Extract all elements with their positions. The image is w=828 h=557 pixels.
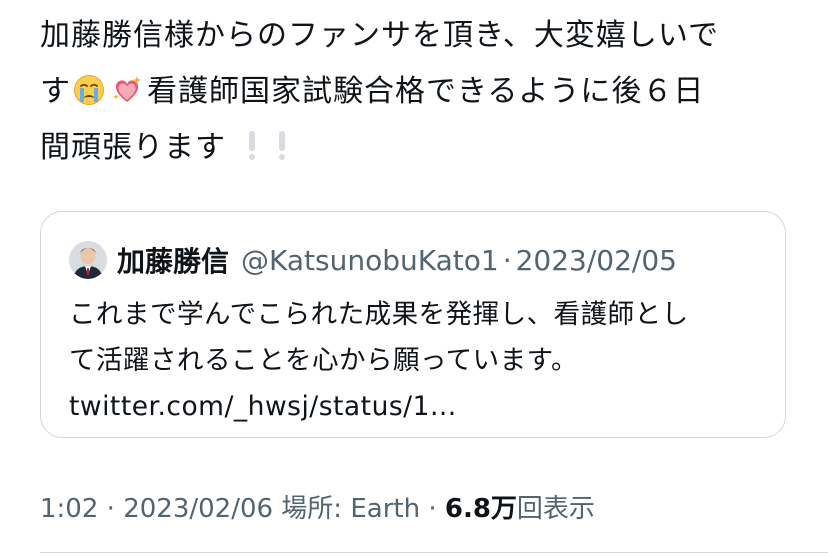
quoted-author-name[interactable]: 加藤勝信 — [117, 240, 229, 280]
views-label[interactable]: 回表示 — [517, 494, 595, 524]
tweet-location: 場所: Earth — [273, 494, 421, 524]
views-count[interactable]: 6.8万 — [445, 494, 517, 524]
quoted-tweet-card[interactable]: 加藤勝信 @KatsunobuKato1 · 2023/02/05 これまで学ん… — [40, 211, 786, 438]
tweet-line-2-rest: 看護師国家試験合格できるように後６日 — [147, 74, 705, 109]
quoted-text-line-2: て活躍されることを心から願っています。 — [69, 345, 579, 376]
divider — [40, 552, 828, 553]
tweet-line-2: す 看護師国家試験合格できるように後６日 — [40, 64, 800, 120]
tweet-date[interactable]: 2023/02/06 — [123, 494, 273, 524]
quoted-tweet-link[interactable]: twitter.com/_hwsj/status/1... — [69, 384, 769, 430]
quoted-tweet-header: 加藤勝信 @KatsunobuKato1 · 2023/02/05 — [69, 240, 677, 280]
tweet-metadata: 1:02 · 2023/02/06 場所: Earth · 6.8万回表示 — [40, 488, 595, 525]
tweet-text: 加藤勝信様からのファンサを頂き、大変嬉しいで す 看護師国家試験合格できるように… — [40, 8, 800, 176]
tweet-line-1: 加藤勝信様からのファンサを頂き、大変嬉しいで — [40, 18, 719, 53]
quoted-text-line-1: これまで学んでこられた成果を発揮し、看護師とし — [69, 299, 689, 330]
sparkling-heart-icon — [111, 69, 143, 102]
meta-separator: · — [420, 494, 445, 524]
white-exclamation-icon — [278, 131, 286, 161]
tweet-line-3-text: 間頑張ります — [40, 130, 226, 165]
tweet-time[interactable]: 1:02 — [40, 494, 98, 524]
tweet-line-3: 間頑張ります — [40, 120, 800, 176]
quoted-author-handle[interactable]: @KatsunobuKato1 — [241, 244, 499, 277]
avatar[interactable] — [69, 241, 107, 279]
tweet-line-2-start: す — [40, 74, 71, 109]
quoted-tweet-date[interactable]: 2023/02/05 — [516, 244, 677, 277]
quoted-tweet-text: これまで学んでこられた成果を発揮し、看護師とし て活躍されることを心から願ってい… — [69, 292, 769, 430]
meta-separator: · — [98, 494, 124, 524]
separator-dot: · — [502, 243, 512, 277]
loudly-crying-face-icon — [73, 69, 105, 105]
white-exclamation-icon — [248, 131, 256, 161]
